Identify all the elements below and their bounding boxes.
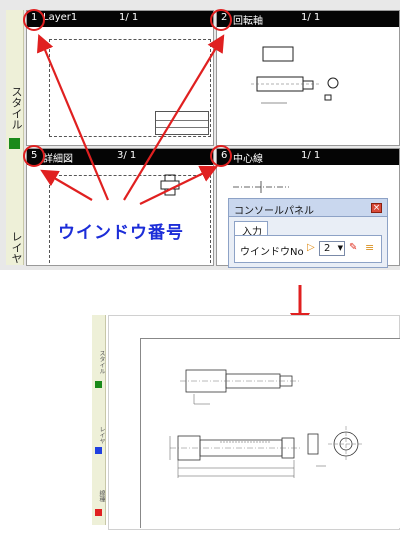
console-panel-body: ウインドウNo ▷ 2 ▼ ✎ ≡ bbox=[234, 235, 382, 263]
bottom-side-tab-strip: スタイル レイヤ 線種 bbox=[92, 315, 106, 525]
window-no-label: ウインドウNo bbox=[240, 247, 304, 258]
bottom-linetype-tab[interactable]: 線種 bbox=[92, 485, 106, 507]
bottom-linetype-swatch bbox=[95, 509, 102, 516]
console-panel-title: コンソールパネル bbox=[234, 206, 314, 217]
console-panel-titlebar[interactable]: コンソールパネル × bbox=[229, 199, 387, 217]
enlarged-shaft-drawing bbox=[169, 369, 364, 478]
dropdown-arrow-icon[interactable]: ▼ bbox=[338, 244, 343, 252]
window-no-select[interactable]: 2 ▼ bbox=[319, 241, 345, 256]
window-no-value: 2 bbox=[324, 243, 331, 254]
play-icon[interactable]: ▷ bbox=[307, 242, 315, 253]
list-icon[interactable]: ≡ bbox=[365, 241, 374, 254]
top-screenshot: スタイル レイヤ 1 Layer1 1/ 1 2 回転軸 1/ 1 5 詳細図 … bbox=[0, 0, 400, 270]
close-icon[interactable]: × bbox=[371, 203, 382, 213]
console-panel: コンソールパネル × 入力 ウインドウNo ▷ 2 ▼ ✎ ≡ bbox=[228, 198, 388, 268]
bottom-layer-tab[interactable]: レイヤ bbox=[92, 425, 106, 445]
bottom-style-tab[interactable]: スタイル bbox=[92, 343, 106, 381]
bottom-style-swatch bbox=[95, 381, 102, 388]
pin-icon[interactable]: ✎ bbox=[349, 242, 357, 253]
bottom-layer-swatch bbox=[95, 447, 102, 454]
window-number-callout: ウインドウ番号 bbox=[58, 223, 184, 243]
tab-input[interactable]: 入力 bbox=[234, 221, 268, 238]
